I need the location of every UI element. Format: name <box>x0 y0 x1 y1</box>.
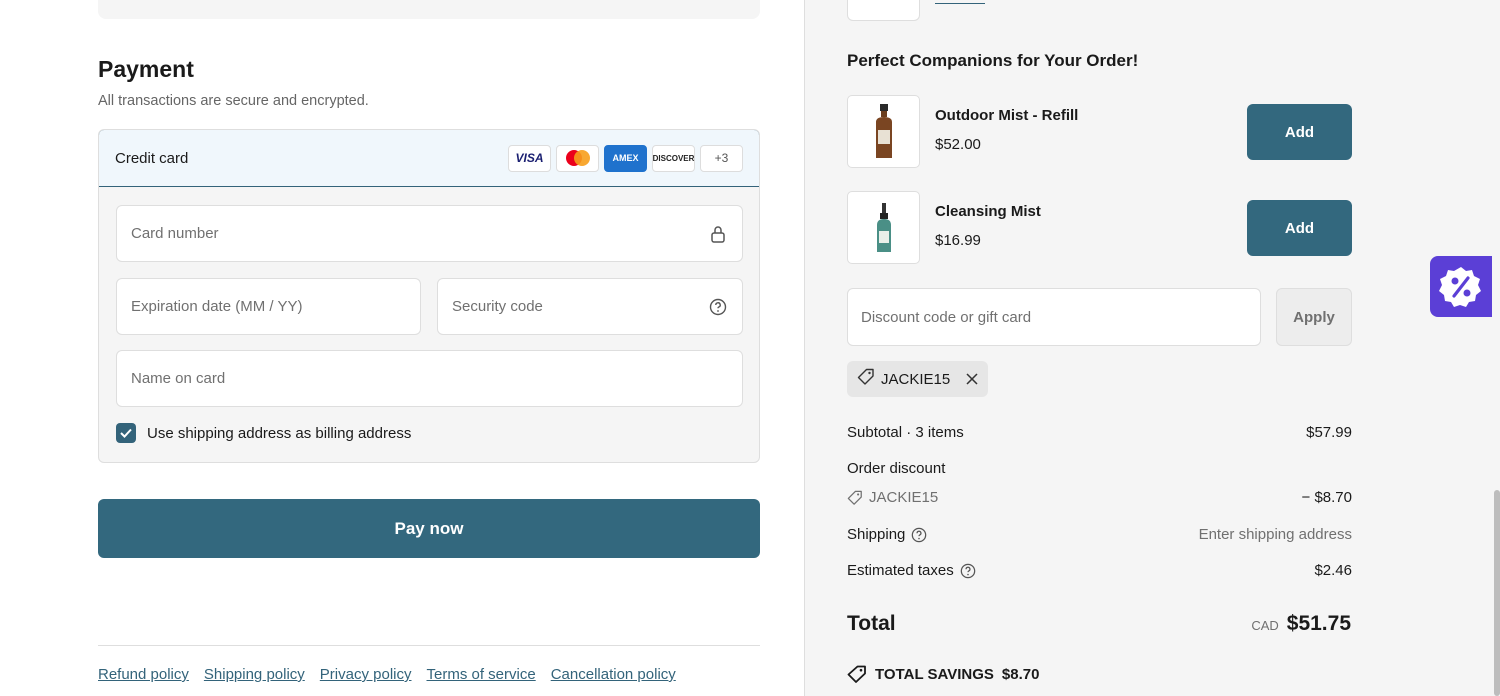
discount-code-row: JACKIE15 − $8.70 <box>847 489 1352 506</box>
shipping-policy-link[interactable]: Shipping policy <box>204 666 305 683</box>
order-summary-column: Perfect Companions for Your Order! Outdo… <box>804 0 1500 696</box>
payment-column: Payment All transactions are secure and … <box>0 0 804 696</box>
savings-value: $8.70 <box>1001 665 1040 683</box>
remove-code-icon[interactable] <box>966 373 978 385</box>
footer-divider <box>98 645 760 646</box>
taxes-help-icon[interactable] <box>960 563 976 579</box>
page-scrollbar[interactable] <box>1494 490 1500 696</box>
apply-button[interactable]: Apply <box>1276 288 1352 346</box>
currency-code: CAD <box>1251 618 1279 633</box>
previous-item-link[interactable] <box>935 0 985 4</box>
product-image <box>847 95 920 168</box>
taxes-row: Estimated taxes $2.46 <box>847 562 1352 579</box>
subtotal-label: Subtotal · 3 items <box>847 424 964 441</box>
card-number-field[interactable]: Card number <box>116 205 743 262</box>
product-name: Cleansing Mist <box>935 203 1041 220</box>
privacy-policy-link[interactable]: Privacy policy <box>320 666 412 683</box>
visa-logo: VISA <box>508 144 551 172</box>
taxes-value: $2.46 <box>1314 562 1352 579</box>
total-label: Total <box>847 612 896 635</box>
applied-discount-chip: JACKIE15 <box>847 361 989 397</box>
terms-of-service-link[interactable]: Terms of service <box>427 666 536 683</box>
card-logos: VISA AMEX DISCOVER +3 <box>508 144 743 172</box>
expiration-placeholder: Expiration date (MM / YY) <box>131 298 303 315</box>
cancellation-policy-link[interactable]: Cancellation policy <box>551 666 676 683</box>
footer-links: Refund policy Shipping policy Privacy po… <box>98 666 676 683</box>
shipping-label: Shipping <box>847 526 906 543</box>
tag-icon <box>857 368 875 390</box>
credit-card-option[interactable]: Credit card VISA AMEX DISCOVER +3 <box>99 130 759 187</box>
name-on-card-placeholder: Name on card <box>131 370 226 387</box>
expiration-date-field[interactable]: Expiration date (MM / YY) <box>116 278 421 335</box>
product-price: $16.99 <box>935 232 981 249</box>
previous-item-thumbnail <box>847 0 920 21</box>
pay-now-button[interactable]: Pay now <box>98 499 760 558</box>
credit-card-label: Credit card <box>115 149 189 167</box>
add-outdoor-mist-button[interactable]: Add <box>1247 104 1352 160</box>
product-name: Outdoor Mist - Refill <box>935 107 1079 124</box>
mastercard-logo <box>556 144 599 172</box>
lock-icon <box>708 224 728 244</box>
help-icon[interactable] <box>708 297 728 317</box>
shipping-value: Enter shipping address <box>1198 526 1352 543</box>
discover-logo: DISCOVER <box>652 144 695 172</box>
tag-icon <box>847 490 863 506</box>
previous-section-card <box>98 0 760 19</box>
total-value: $51.75 <box>1286 612 1351 635</box>
discount-code-input[interactable]: Discount code or gift card <box>847 288 1261 346</box>
security-code-field[interactable]: Security code <box>437 278 743 335</box>
discount-value: − $8.70 <box>1301 489 1352 506</box>
product-image <box>847 191 920 264</box>
taxes-label: Estimated taxes <box>847 562 954 579</box>
total-value-group: CAD $51.75 <box>1251 612 1351 636</box>
billing-address-row[interactable]: Use shipping address as billing address <box>116 423 411 443</box>
order-discount-label: Order discount <box>847 460 946 477</box>
discount-code-label: JACKIE15 <box>869 489 939 506</box>
promo-percent-badge[interactable] <box>1430 256 1492 317</box>
refund-policy-link[interactable]: Refund policy <box>98 666 189 683</box>
payment-title: Payment <box>98 56 194 82</box>
payment-methods-box: Credit card VISA AMEX DISCOVER +3 Card n… <box>98 129 760 463</box>
total-savings: TOTAL SAVINGS $8.70 <box>847 665 1039 683</box>
applied-code-text: JACKIE15 <box>881 370 951 388</box>
amex-logo: AMEX <box>604 144 647 172</box>
percent-icon <box>1439 266 1481 307</box>
order-discount-row: Order discount <box>847 460 1352 477</box>
shipping-row: Shipping Enter shipping address <box>847 526 1352 543</box>
companions-title: Perfect Companions for Your Order! <box>847 51 1139 70</box>
upsell-product: Cleansing Mist $16.99 Add <box>847 191 1352 264</box>
upsell-product: Outdoor Mist - Refill $52.00 Add <box>847 95 1352 168</box>
security-code-placeholder: Security code <box>452 298 543 315</box>
add-cleansing-mist-button[interactable]: Add <box>1247 200 1352 256</box>
savings-label: TOTAL SAVINGS <box>875 665 994 683</box>
card-number-placeholder: Card number <box>131 225 219 242</box>
product-price: $52.00 <box>935 136 981 153</box>
billing-checkbox-label: Use shipping address as billing address <box>147 424 412 442</box>
subtotal-row: Subtotal · 3 items $57.99 <box>847 424 1352 441</box>
billing-checkbox[interactable] <box>116 423 136 443</box>
shipping-help-icon[interactable] <box>911 527 927 543</box>
subtotal-value: $57.99 <box>1306 424 1352 441</box>
more-cards-badge: +3 <box>700 144 743 172</box>
payment-subtitle: All transactions are secure and encrypte… <box>98 93 369 109</box>
discount-placeholder: Discount code or gift card <box>861 308 1032 326</box>
tag-icon <box>847 665 867 683</box>
name-on-card-field[interactable]: Name on card <box>116 350 743 407</box>
